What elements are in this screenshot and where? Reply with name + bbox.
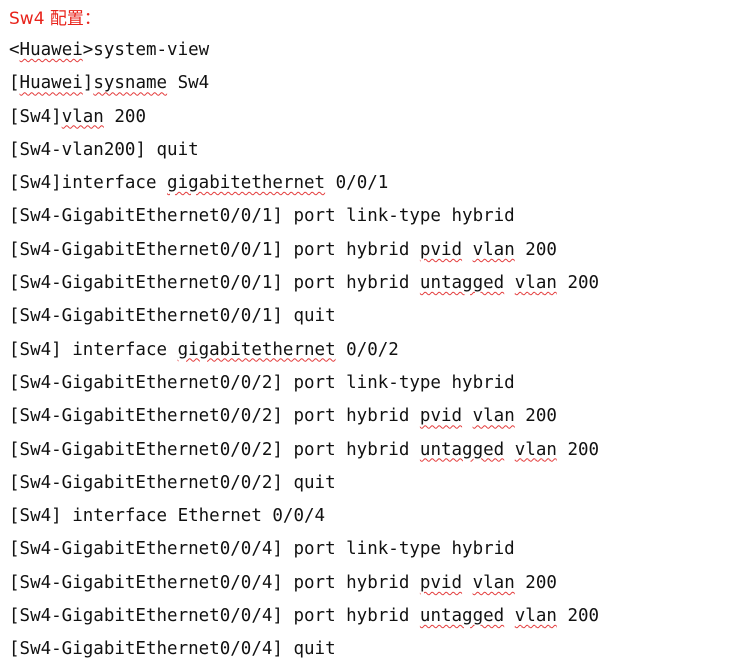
command-text: [Sw4] interface: [9, 339, 178, 360]
command-text: [Sw4-GigabitEthernet0/0/2] quit: [9, 472, 336, 493]
command-text: [Sw4]interface: [9, 173, 168, 194]
spellcheck-flagged-word: vlan: [472, 406, 515, 427]
command-line: [Sw4-GigabitEthernet0/0/2] port link-typ…: [9, 367, 599, 400]
command-text: [462, 573, 473, 593]
command-text: [Sw4-GigabitEthernet0/0/4] quit: [9, 639, 336, 660]
spellcheck-flagged-word: untagged: [419, 439, 505, 460]
command-text: 200: [514, 406, 557, 427]
command-line: [Sw4-GigabitEthernet0/0/4] quit: [9, 633, 599, 666]
command-text: 200: [103, 106, 146, 127]
command-line: [Sw4-GigabitEthernet0/0/1] port link-typ…: [9, 200, 599, 233]
command-line: [Sw4-GigabitEthernet0/0/4] port link-typ…: [9, 533, 599, 566]
spellcheck-flagged-word: vlan: [61, 106, 104, 127]
spellcheck-flagged-word: Huawei: [19, 73, 83, 94]
command-text: [Sw4-GigabitEthernet0/0/1] port hybrid: [9, 239, 420, 260]
spellcheck-flagged-word: untagged: [419, 606, 505, 627]
command-text: ]: [82, 73, 94, 94]
command-text: [Sw4-GigabitEthernet0/0/4] port hybrid: [9, 572, 420, 593]
spellcheck-flagged-word: Huawei: [19, 40, 83, 60]
command-text: [462, 406, 473, 426]
command-line: [Sw4-GigabitEthernet0/0/1] port hybrid u…: [9, 267, 599, 300]
command-text: [Sw4-GigabitEthernet0/0/1] port hybrid: [9, 273, 420, 294]
spellcheck-flagged-word: gigabitethernet: [177, 339, 336, 360]
command-line: [Sw4] interface gigabitethernet 0/0/2: [9, 334, 599, 367]
command-text: [Sw4-GigabitEthernet0/0/4] port link-typ…: [9, 539, 515, 560]
command-line: [Sw4-GigabitEthernet0/0/4] port hybrid u…: [9, 600, 599, 633]
command-text: [Sw4] interface Ethernet 0/0/4: [9, 506, 326, 527]
command-line: [Sw4-GigabitEthernet0/0/2] quit: [9, 467, 599, 500]
command-text: [462, 240, 473, 260]
command-text: 0/0/1: [325, 173, 389, 194]
command-text: [Sw4]: [9, 106, 62, 127]
command-text: 200: [556, 606, 600, 627]
command-text: >system-view: [82, 40, 210, 60]
spellcheck-flagged-word: pvid: [419, 572, 463, 593]
spellcheck-flagged-word: gigabitethernet: [167, 173, 326, 194]
command-line: [Sw4]interface gigabitethernet 0/0/1: [9, 167, 599, 200]
spellcheck-flagged-word: vlan: [472, 572, 515, 593]
config-heading: Sw4 配置：: [9, 9, 101, 29]
spellcheck-flagged-word: vlan: [514, 606, 557, 627]
command-line: [Sw4-GigabitEthernet0/0/1] port hybrid p…: [9, 234, 599, 267]
document-body: Sw4 配置： <Huawei>system-view [Huawei]sysna…: [9, 4, 599, 667]
command-text: [Sw4-GigabitEthernet0/0/2] port hybrid: [9, 406, 420, 427]
spellcheck-flagged-word: vlan: [514, 439, 557, 460]
spellcheck-flagged-word: vlan: [514, 273, 557, 294]
command-text: [504, 440, 515, 460]
command-text: [Sw4-GigabitEthernet0/0/1] port link-typ…: [9, 206, 515, 227]
command-line: [Sw4-GigabitEthernet0/0/1] quit: [9, 300, 599, 333]
spellcheck-flagged-word: sysname: [93, 73, 168, 94]
command-text: <: [9, 40, 20, 60]
command-text: [: [9, 73, 20, 94]
command-text: Sw4: [167, 73, 210, 94]
command-text: 0/0/2: [335, 339, 399, 360]
command-text: [Sw4-GigabitEthernet0/0/2] port link-typ…: [9, 372, 515, 393]
command-text: 200: [556, 439, 600, 460]
command-text: 200: [514, 239, 557, 260]
command-text: [504, 273, 515, 293]
spellcheck-flagged-word: pvid: [419, 406, 463, 427]
spellcheck-flagged-word: vlan: [472, 239, 515, 260]
command-line: [Sw4-GigabitEthernet0/0/2] port hybrid p…: [9, 400, 599, 433]
command-line: [Sw4] interface Ethernet 0/0/4: [9, 500, 599, 533]
command-text: 200: [556, 273, 600, 294]
command-line: <Huawei>system-view: [9, 34, 599, 67]
command-line: [Sw4-GigabitEthernet0/0/2] port hybrid u…: [9, 434, 599, 467]
spellcheck-flagged-word: pvid: [419, 239, 463, 260]
command-text: [Sw4-GigabitEthernet0/0/4] port hybrid: [9, 606, 420, 627]
command-text: [Sw4-GigabitEthernet0/0/1] quit: [9, 306, 336, 327]
command-text: 200: [514, 572, 557, 593]
command-text: [Sw4-vlan200] quit: [9, 139, 199, 160]
command-text: [504, 606, 515, 626]
command-text: [Sw4-GigabitEthernet0/0/2] port hybrid: [9, 439, 420, 460]
command-line: [Sw4-vlan200] quit: [9, 134, 599, 167]
spellcheck-flagged-word: untagged: [419, 273, 505, 294]
command-line: [Sw4-GigabitEthernet0/0/4] port hybrid p…: [9, 567, 599, 600]
command-line: [Huawei]sysname Sw4: [9, 67, 599, 100]
command-listing: <Huawei>system-view [Huawei]sysname Sw4 [S…: [9, 34, 599, 667]
command-line: [Sw4]vlan 200: [9, 101, 599, 134]
